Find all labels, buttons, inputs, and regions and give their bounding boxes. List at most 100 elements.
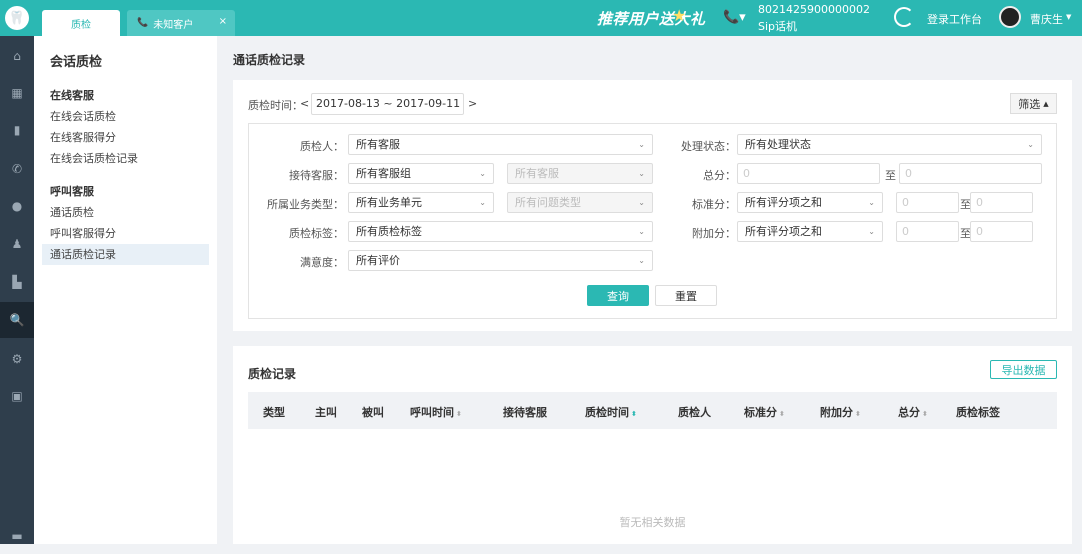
std-score-label: 标准分 <box>744 406 777 419</box>
column-header-std-score[interactable]: 标准分 ⬍ <box>744 404 785 420</box>
column-header-total[interactable]: 总分 ⬍ <box>898 404 928 420</box>
bonus-to-input[interactable]: 0 <box>970 221 1033 242</box>
table-header: 类型 主叫 被叫 呼叫时间 ⬍ 接待客服 质检时间 ⬍ 质检人 标准分 ⬍ 附加分 ⬍ … <box>248 392 1057 429</box>
home-icon[interactable]: ⌂ <box>0 38 34 74</box>
sort-icon: ⬍ <box>631 410 637 418</box>
issue-type-select: 所有问题类型 ⌄ <box>507 192 653 213</box>
chevron-down-icon: ⌄ <box>638 169 645 178</box>
sort-icon: ⬍ <box>779 410 785 418</box>
subnav-item-online-inspect[interactable]: 在线会话质检 <box>42 106 209 127</box>
total-to-input[interactable]: 0 <box>899 163 1042 184</box>
subnav-group-call: 呼叫客服 <box>50 185 94 198</box>
gear-icon[interactable]: ⚙ <box>0 341 34 377</box>
inspector-select[interactable]: 所有客服 ⌄ <box>348 134 653 155</box>
inspect-time-label: 质检时间 <box>585 406 629 419</box>
total-score-label: 总分 <box>898 406 920 419</box>
agent-group-select[interactable]: 所有客服组 ⌄ <box>348 163 494 184</box>
satisfaction-select[interactable]: 所有评价 ⌄ <box>348 250 653 271</box>
chevron-down-icon: ⌄ <box>638 198 645 207</box>
users-icon[interactable]: ♟ <box>0 226 34 262</box>
column-header-caller: 主叫 <box>315 406 337 419</box>
query-button[interactable]: 查询 <box>587 285 649 306</box>
status-select[interactable]: 所有处理状态 ⌄ <box>737 134 1042 155</box>
app-logo[interactable]: 🦷 <box>0 0 34 36</box>
tag-value: 所有质检标签 <box>356 225 422 238</box>
std-value: 所有评分项之和 <box>745 196 822 209</box>
export-data-button[interactable]: 导出数据 <box>990 360 1057 379</box>
biz-label: 所属业务类型： <box>267 198 344 211</box>
bonus-score-label: 附加分 <box>820 406 853 419</box>
satisfaction-label: 满意度： <box>300 256 344 269</box>
chart-icon[interactable]: ▙ <box>0 264 34 300</box>
user-name[interactable]: 曹庆生 <box>1030 11 1063 27</box>
subnav-item-online-score[interactable]: 在线客服得分 <box>42 127 209 148</box>
bonus-select[interactable]: 所有评分项之和 ⌄ <box>737 221 883 242</box>
subnav-item-call-records[interactable]: 通话质检记录 <box>42 244 209 265</box>
total-from-input[interactable]: 0 <box>737 163 880 184</box>
user-icon[interactable]: ● <box>0 188 34 224</box>
phone-icon: 📞 <box>137 18 149 28</box>
sort-icon: ⬍ <box>456 410 462 418</box>
tab-quality[interactable]: 质检 <box>42 10 120 36</box>
next-range-arrow[interactable]: > <box>468 97 477 110</box>
avatar[interactable] <box>999 6 1021 28</box>
column-header-inspector: 质检人 <box>678 406 711 419</box>
biz-select[interactable]: 所有业务单元 ⌄ <box>348 192 494 213</box>
prev-range-arrow[interactable]: < <box>300 97 309 110</box>
satisfaction-value: 所有评价 <box>356 254 400 267</box>
close-icon[interactable]: × <box>219 16 227 27</box>
chevron-down-icon: ⌄ <box>638 227 645 236</box>
filter-toggle-label: 筛选 <box>1018 97 1041 111</box>
subnav-title: 会话质检 <box>50 55 103 70</box>
column-header-inspect-time[interactable]: 质检时间 ⬍ <box>585 404 637 420</box>
grid-icon[interactable]: ▦ <box>0 75 34 111</box>
std-from-input[interactable]: 0 <box>896 192 959 213</box>
records-card: 质检记录 导出数据 类型 主叫 被叫 呼叫时间 ⬍ 接待客服 质检时间 ⬍ 质检人 … <box>233 346 1072 544</box>
tooth-logo-icon: 🦷 <box>5 6 29 30</box>
column-header-type: 类型 <box>263 406 285 419</box>
bonus-from-input[interactable]: 0 <box>896 221 959 242</box>
chevron-down-icon: ⌄ <box>868 227 875 236</box>
bonus-label: 附加分： <box>692 227 736 240</box>
reset-button[interactable]: 重置 <box>655 285 717 306</box>
chevron-down-icon: ⌄ <box>868 198 875 207</box>
empty-state: 暂无相关数据 <box>619 516 686 529</box>
bonus-value: 所有评分项之和 <box>745 225 822 238</box>
tag-label: 质检标签： <box>289 227 344 240</box>
tag-select[interactable]: 所有质检标签 ⌄ <box>348 221 653 242</box>
column-header-agent: 接待客服 <box>503 406 547 419</box>
subnav-item-online-records[interactable]: 在线会话质检记录 <box>42 148 209 169</box>
monitor-icon[interactable]: ▣ <box>0 378 34 414</box>
login-status-icon[interactable] <box>894 7 914 27</box>
std-label: 标准分： <box>692 198 736 211</box>
sip-number: 8021425900000002 <box>758 3 870 16</box>
keyboard-icon[interactable]: ▬ <box>0 518 34 554</box>
inspector-label: 质检人： <box>300 140 344 153</box>
search-quality-icon[interactable]: 🔍 <box>0 302 34 338</box>
std-to-input[interactable]: 0 <box>970 192 1033 213</box>
star-icon: ★ <box>672 6 687 25</box>
column-header-bonus[interactable]: 附加分 ⬍ <box>820 404 861 420</box>
status-label: 处理状态： <box>681 140 736 153</box>
std-select[interactable]: 所有评分项之和 ⌄ <box>737 192 883 213</box>
sort-icon: ⬍ <box>922 410 928 418</box>
tab-unknown-customer[interactable]: 📞 未知客户 × <box>127 10 235 36</box>
column-header-call-time[interactable]: 呼叫时间 ⬍ <box>410 404 462 420</box>
sub-nav: 会话质检 在线客服 在线会话质检 在线客服得分 在线会话质检记录 呼叫客服 通话… <box>34 36 217 544</box>
chevron-down-icon: ⌄ <box>479 169 486 178</box>
login-workbench-button[interactable]: 登录工作台 <box>927 11 982 27</box>
subnav-item-call-inspect[interactable]: 通话质检 <box>42 202 209 223</box>
phone-nav-icon[interactable]: ✆ <box>0 151 34 187</box>
chevron-down-icon: ⌄ <box>638 140 645 149</box>
sip-label: Sip话机 <box>758 20 798 33</box>
promo-banner[interactable]: 推荐用户送大礼 <box>597 8 706 29</box>
book-icon[interactable]: ▮ <box>0 112 34 148</box>
status-value: 所有处理状态 <box>745 138 811 151</box>
call-status-icon[interactable]: 📞▾ <box>723 10 746 25</box>
subnav-item-call-score[interactable]: 呼叫客服得分 <box>42 223 209 244</box>
date-range-input[interactable]: 2017-08-13 ~ 2017-09-11 <box>311 93 464 115</box>
filter-card: 质检时间： < 2017-08-13 ~ 2017-09-11 > 筛选 ▲ 质检… <box>233 80 1072 331</box>
chevron-down-icon[interactable]: ▼ <box>1066 13 1071 21</box>
records-title: 质检记录 <box>248 367 297 381</box>
filter-toggle-button[interactable]: 筛选 ▲ <box>1010 93 1057 114</box>
